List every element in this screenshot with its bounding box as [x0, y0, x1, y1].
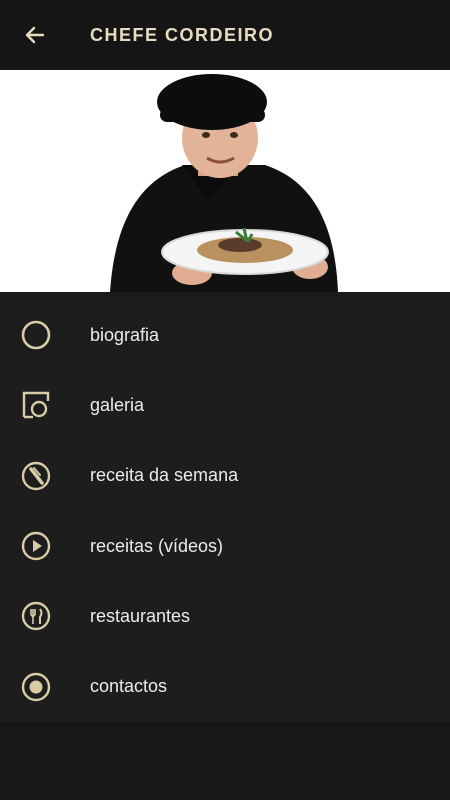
- hero-image: [0, 70, 450, 292]
- circle-outline-icon: [0, 300, 72, 370]
- back-button[interactable]: [0, 0, 70, 70]
- gallery-icon: [0, 370, 72, 440]
- menu-item-label: receitas (vídeos): [90, 535, 224, 556]
- menu-item-label: biografia: [90, 324, 160, 345]
- menu-item-restaurantes[interactable]: restaurantes: [0, 581, 450, 651]
- menu-list: biografia galeria receita da semana rece…: [0, 300, 450, 722]
- chef-with-plate-illustration: [110, 74, 338, 292]
- fork-knife-circle-icon: [0, 581, 72, 651]
- menu-item-label: restaurantes: [90, 605, 191, 626]
- menu-item-biografia[interactable]: biografia: [0, 300, 450, 370]
- menu-item-receita-da-semana[interactable]: receita da semana: [0, 441, 450, 511]
- app-bar: CHEFE CORDEIRO: [0, 0, 450, 70]
- knife-circle-icon: [0, 441, 72, 511]
- page-title: CHEFE CORDEIRO: [90, 24, 275, 45]
- menu-item-contactos[interactable]: contactos: [0, 651, 450, 721]
- play-circle-icon: [0, 511, 72, 581]
- menu-item-label: receita da semana: [90, 465, 239, 486]
- empty-footer-area: [0, 722, 450, 800]
- menu-item-receitas-videos[interactable]: receitas (vídeos): [0, 511, 450, 581]
- menu-item-label: contactos: [90, 676, 168, 697]
- menu-item-label: galeria: [90, 394, 145, 415]
- radio-dot-icon: [0, 652, 72, 722]
- menu-item-galeria[interactable]: galeria: [0, 370, 450, 440]
- arrow-left-icon: [25, 26, 45, 44]
